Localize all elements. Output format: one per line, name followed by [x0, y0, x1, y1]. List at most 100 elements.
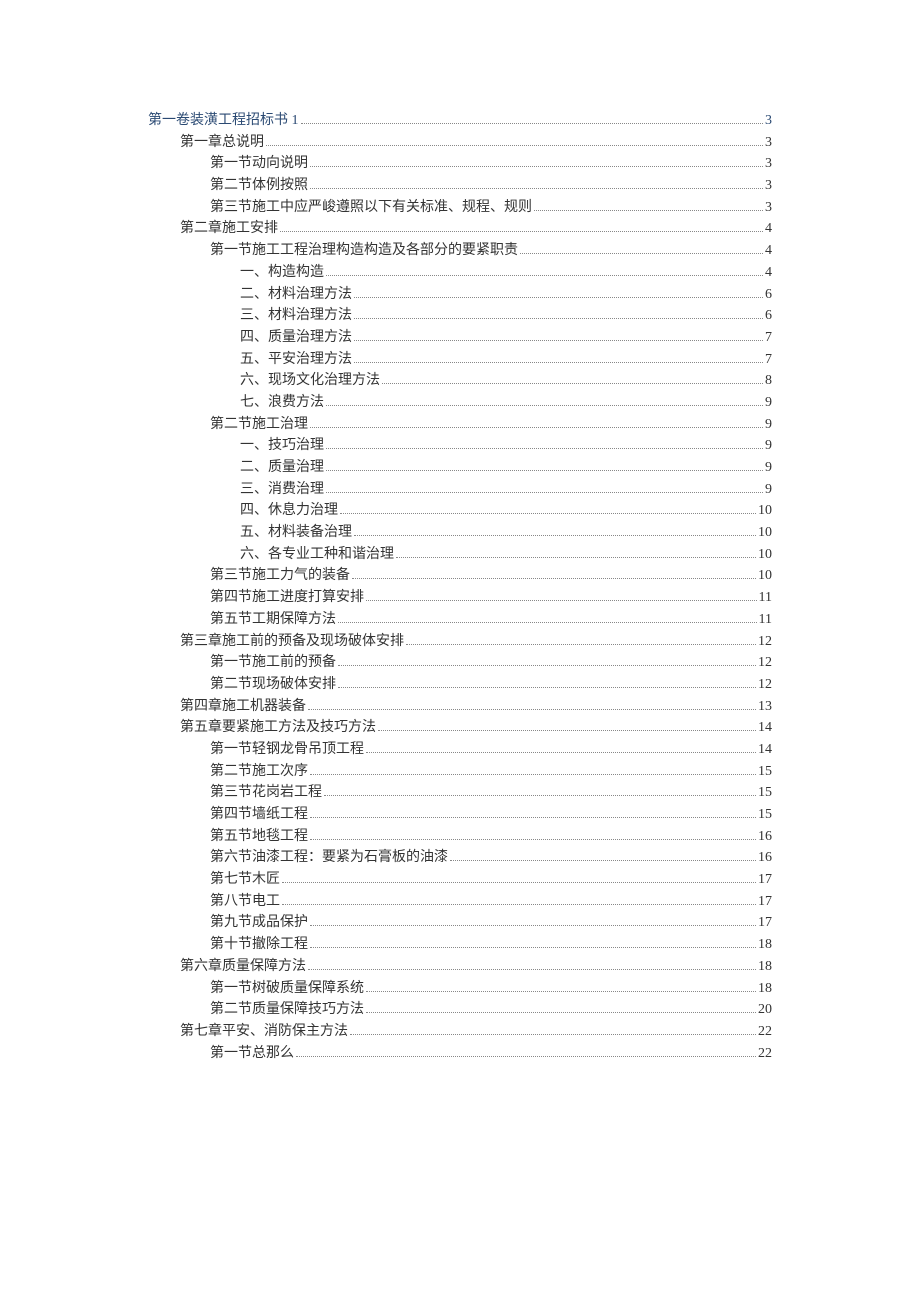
- toc-entry: 二、材料治理方法 6: [148, 284, 772, 306]
- toc-label: 三、材料治理方法: [240, 305, 352, 327]
- toc-page-number: 17: [758, 869, 772, 891]
- toc-page-number: 9: [765, 414, 772, 436]
- toc-page-number: 6: [765, 305, 772, 327]
- toc-leader: [326, 439, 763, 450]
- toc-label: 第六章质量保障方法: [180, 956, 306, 978]
- toc-label: 一、技巧治理: [240, 435, 324, 457]
- toc-leader: [406, 634, 756, 645]
- toc-label: 七、浪费方法: [240, 392, 324, 414]
- toc-entry: 第七章平安、消防保主方法22: [148, 1021, 772, 1043]
- toc-entry: 三、消费治理9: [148, 479, 772, 501]
- toc-entry: 第二节施工次序15: [148, 761, 772, 783]
- toc-leader: [354, 308, 763, 319]
- toc-entry: 六、现场文化治理方法8: [148, 370, 772, 392]
- toc-leader: [534, 200, 763, 211]
- toc-label: 五、平安治理方法: [240, 349, 352, 371]
- toc-label: 第九节成品保护: [210, 912, 308, 934]
- toc-label: 第四节墙纸工程: [210, 804, 308, 826]
- toc-entry: 第一章总说明3: [148, 132, 772, 154]
- toc-leader: [266, 135, 763, 146]
- toc-leader: [354, 352, 763, 363]
- toc-label: 第五节工期保障方法: [210, 609, 336, 631]
- toc-leader: [366, 742, 756, 753]
- toc-page-number: 15: [758, 804, 772, 826]
- toc-entry: 第四节施工进度打算安排11: [148, 587, 772, 609]
- toc-entry: 第三节施工力气的装备10: [148, 565, 772, 587]
- toc-page-number: 3: [765, 110, 772, 132]
- toc-leader: [520, 243, 763, 254]
- toc-label: 第一卷装潢工程招标书 1: [148, 110, 299, 132]
- toc-page-number: 18: [758, 934, 772, 956]
- toc-label: 第三节花岗岩工程: [210, 782, 322, 804]
- toc-label: 第八节电工: [210, 891, 280, 913]
- toc-entry: 第八节电工 17: [148, 891, 772, 913]
- toc-label: 一、构造构造: [240, 262, 324, 284]
- toc-label: 四、休息力治理: [240, 500, 338, 522]
- toc-leader: [396, 547, 756, 558]
- toc-page-number: 22: [758, 1021, 772, 1043]
- toc-label: 第四章施工机器装备: [180, 696, 306, 718]
- toc-entry: 四、质量治理方法 7: [148, 327, 772, 349]
- toc-leader: [326, 460, 763, 471]
- toc-entry: 一、构造构造4: [148, 262, 772, 284]
- toc-label: 第十节撤除工程: [210, 934, 308, 956]
- toc-label: 二、质量治理: [240, 457, 324, 479]
- toc-page-number: 10: [758, 500, 772, 522]
- toc-label: 第二节施工治理: [210, 414, 308, 436]
- toc-page-number: 3: [765, 175, 772, 197]
- toc-entry: 第一节轻钢龙骨吊顶工程14: [148, 739, 772, 761]
- toc-label: 第五章要紧施工方法及技巧方法: [180, 717, 376, 739]
- toc-leader: [354, 287, 763, 298]
- toc-entry: 第九节成品保护 17: [148, 912, 772, 934]
- toc-label: 第一节总那么: [210, 1043, 294, 1065]
- toc-label: 二、材料治理方法: [240, 284, 352, 306]
- toc-page-number: 6: [765, 284, 772, 306]
- toc-entry: 六、各专业工种和谐治理10: [148, 544, 772, 566]
- toc-entry: 三、材料治理方法 6: [148, 305, 772, 327]
- toc-entry: 第一节施工前的预备12: [148, 652, 772, 674]
- toc-entry: 第二章施工安排4: [148, 218, 772, 240]
- toc-leader: [378, 720, 756, 731]
- toc-leader: [352, 569, 756, 580]
- toc-page-number: 15: [758, 782, 772, 804]
- toc-leader: [308, 699, 756, 710]
- toc-page-number: 3: [765, 153, 772, 175]
- toc-leader: [310, 764, 756, 775]
- toc-page-number: 17: [758, 891, 772, 913]
- toc-entry: 一、技巧治理 9: [148, 435, 772, 457]
- toc-entry: 第六节油漆工程：要紧为石膏板的油漆16: [148, 847, 772, 869]
- toc-leader: [450, 851, 756, 862]
- toc-label: 第二节现场破体安排: [210, 674, 336, 696]
- toc-label: 第五节地毯工程: [210, 826, 308, 848]
- toc-page-number: 9: [765, 435, 772, 457]
- toc-leader: [326, 482, 763, 493]
- toc-entry: 第三节花岗岩工程 15: [148, 782, 772, 804]
- toc-label: 五、材料装备治理: [240, 522, 352, 544]
- toc-label: 第三章施工前的预备及现场破体安排: [180, 631, 404, 653]
- toc-label: 四、质量治理方法: [240, 327, 352, 349]
- toc-page-number: 12: [758, 652, 772, 674]
- toc-page-number: 10: [758, 522, 772, 544]
- toc-page-number: 18: [758, 978, 772, 1000]
- toc-page-number: 10: [758, 565, 772, 587]
- toc-entry: 四、休息力治理 10: [148, 500, 772, 522]
- toc-entry: 第三节施工中应严峻遵照以下有关标准、规程、规则3: [148, 197, 772, 219]
- toc-page-number: 3: [765, 197, 772, 219]
- toc-page-number: 22: [758, 1043, 772, 1065]
- toc-leader: [340, 504, 756, 515]
- document-page: 第一卷装潢工程招标书 13第一章总说明3第一节动向说明3第二节体例按照3第三节施…: [0, 0, 920, 1302]
- toc-leader: [338, 655, 756, 666]
- toc-entry: 第四节墙纸工程 15: [148, 804, 772, 826]
- toc-leader: [308, 959, 756, 970]
- toc-leader: [354, 525, 756, 536]
- toc-label: 第二节体例按照: [210, 175, 308, 197]
- toc-label: 六、现场文化治理方法: [240, 370, 380, 392]
- toc-leader: [366, 981, 756, 992]
- toc-page-number: 17: [758, 912, 772, 934]
- toc-leader: [338, 677, 756, 688]
- toc-entry: 第一节总那么 22: [148, 1043, 772, 1065]
- toc-entry: 第二节现场破体安排12: [148, 674, 772, 696]
- toc-leader: [310, 916, 756, 927]
- toc-page-number: 7: [765, 327, 772, 349]
- toc-label: 三、消费治理: [240, 479, 324, 501]
